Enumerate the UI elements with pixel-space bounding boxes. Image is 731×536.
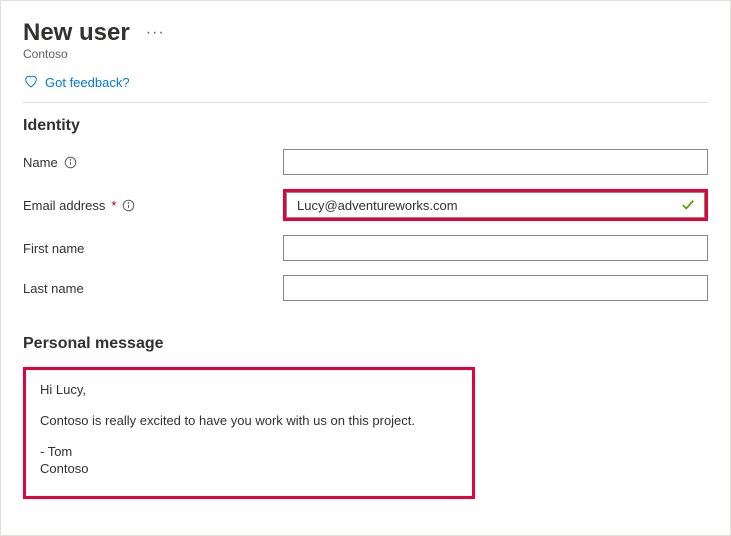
identity-heading: Identity — [23, 117, 708, 135]
last-name-label-wrap: Last name — [23, 281, 283, 296]
header-divider — [23, 102, 708, 103]
first-name-label: First name — [23, 241, 84, 256]
email-row: Email address * — [23, 189, 708, 221]
info-icon[interactable] — [122, 199, 135, 212]
page-subtitle: Contoso — [23, 47, 708, 61]
name-label: Name — [23, 155, 58, 170]
personal-message-heading: Personal message — [23, 335, 708, 353]
first-name-input[interactable] — [283, 235, 708, 261]
first-name-input-wrap — [283, 235, 708, 261]
check-icon — [681, 198, 695, 212]
personal-message-section: Personal message Hi Lucy, Contoso is rea… — [23, 335, 708, 499]
message-line: Contoso is really excited to have you wo… — [40, 413, 458, 430]
info-icon[interactable] — [64, 156, 77, 169]
heart-icon — [23, 73, 39, 92]
last-name-label: Last name — [23, 281, 84, 296]
email-label-wrap: Email address * — [23, 198, 283, 213]
name-input[interactable] — [283, 149, 708, 175]
email-input-wrap — [283, 189, 708, 221]
name-row: Name — [23, 149, 708, 175]
email-label: Email address — [23, 198, 105, 213]
first-name-row: First name — [23, 235, 708, 261]
feedback-label: Got feedback? — [45, 75, 130, 90]
name-label-wrap: Name — [23, 155, 283, 170]
email-input[interactable] — [286, 192, 705, 218]
required-indicator: * — [111, 198, 116, 213]
first-name-label-wrap: First name — [23, 241, 283, 256]
feedback-link[interactable]: Got feedback? — [23, 73, 708, 92]
page-header: New user ··· Contoso — [23, 19, 708, 61]
page-title: New user — [23, 19, 130, 47]
more-actions-icon[interactable]: ··· — [142, 22, 169, 44]
message-line: Hi Lucy, — [40, 382, 458, 399]
message-line: - Tom — [40, 444, 458, 461]
message-line: Contoso — [40, 461, 458, 478]
personal-message-box[interactable]: Hi Lucy, Contoso is really excited to ha… — [23, 367, 475, 499]
name-input-wrap — [283, 149, 708, 175]
last-name-input-wrap — [283, 275, 708, 301]
last-name-row: Last name — [23, 275, 708, 301]
last-name-input[interactable] — [283, 275, 708, 301]
